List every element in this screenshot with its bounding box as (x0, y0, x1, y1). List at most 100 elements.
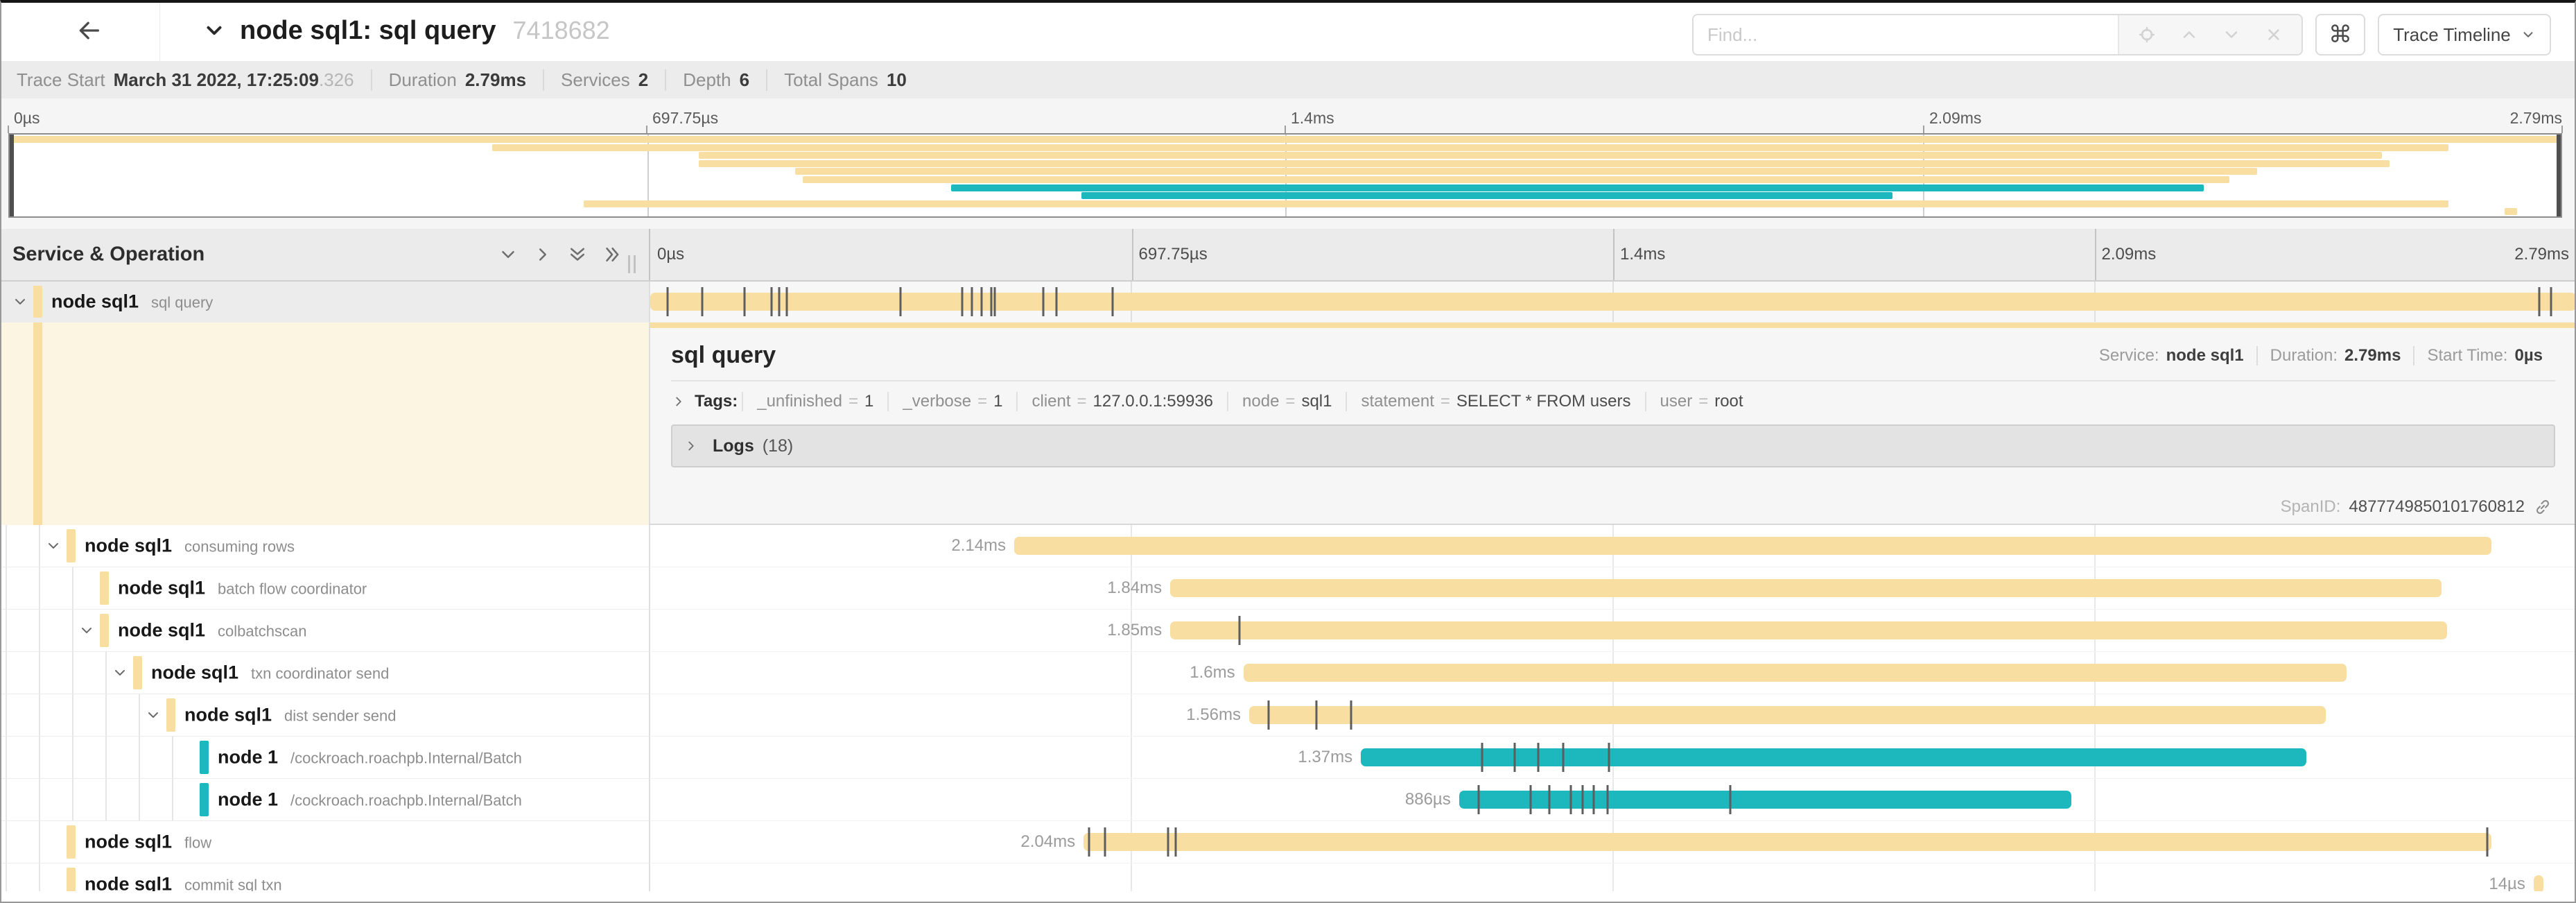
span-color-strip (166, 698, 175, 732)
log-marker (1549, 785, 1551, 814)
span-bar[interactable] (1249, 706, 2326, 724)
log-marker (1477, 785, 1479, 814)
span-timeline-cell[interactable]: 1.85ms (649, 610, 2576, 652)
span-tree-item[interactable]: node 1/cockroach.roachpb.Internal/Batch (0, 779, 649, 821)
logs-section[interactable]: Logs (18) (671, 424, 2555, 467)
back-button[interactable] (67, 15, 111, 46)
indent-guide (72, 652, 73, 694)
span-bar[interactable] (1084, 833, 2491, 851)
tag-key: node (1242, 392, 1279, 411)
log-marker (1569, 785, 1572, 814)
span-row: node sql1commit sql txn14µs (0, 863, 2576, 891)
span-tree-item[interactable]: node sql1batch flow coordinator (0, 567, 649, 610)
span-color-strip (33, 286, 42, 318)
span-timeline-cell[interactable]: 2.04ms (649, 821, 2576, 863)
axis-tick (8, 126, 9, 133)
indent-guide (39, 525, 40, 567)
tag-equals: = (1071, 392, 1093, 411)
trace-view-selector[interactable]: Trace Timeline (2378, 14, 2551, 55)
trace-title-wrap[interactable]: node sql1: sql query 7418682 (202, 0, 610, 61)
chevron-down-icon[interactable] (10, 291, 31, 312)
service-name: node sql1 (118, 578, 205, 599)
find-input[interactable] (1694, 15, 2118, 54)
column-resize-grip[interactable] (628, 255, 639, 273)
log-marker (961, 287, 964, 316)
span-bar[interactable] (1459, 791, 2071, 809)
span-timeline-cell[interactable]: 1.37ms (649, 737, 2576, 779)
chevron-down-icon[interactable] (143, 705, 164, 725)
tag-equals: = (842, 392, 864, 411)
x-icon[interactable] (2260, 21, 2288, 49)
span-tree-item[interactable]: node sql1commit sql txn (0, 863, 649, 891)
span-timeline-cell[interactable]: 2.14ms (649, 525, 2576, 567)
log-marker (786, 287, 788, 316)
minimap-span-bar (1081, 192, 1892, 199)
span-bar[interactable] (1170, 579, 2441, 597)
span-bar[interactable] (1014, 537, 2491, 555)
span-timeline-cell[interactable]: 14µs (649, 863, 2576, 891)
chevron-right-icon[interactable] (531, 243, 555, 266)
span-bar[interactable] (1361, 748, 2306, 766)
span-color-strip (200, 741, 209, 774)
detail-meta-item: Start Time:0µs (2413, 346, 2555, 366)
axis-tick (1923, 126, 1924, 133)
chevron-down-icon[interactable] (2218, 21, 2245, 49)
deep-link-button[interactable] (2533, 497, 2552, 517)
span-tree-item[interactable]: node sql1colbatchscan (0, 610, 649, 652)
span-tree-item[interactable]: node sql1consuming rows (0, 525, 649, 567)
operation-name: /cockroach.roachpb.Internal/Batch (290, 792, 522, 810)
span-timeline-cell[interactable] (649, 282, 2576, 322)
chevron-down-icon[interactable] (496, 243, 520, 266)
stat-label: Depth (683, 69, 731, 91)
span-bar[interactable] (1170, 621, 2447, 639)
span-timeline-cell[interactable]: 886µs (649, 779, 2576, 821)
span-names: node sql1dist sender send (184, 705, 396, 726)
log-marker (1239, 616, 1241, 645)
span-id-label: SpanID: (2281, 497, 2341, 517)
indent-guide (105, 737, 107, 778)
log-marker (1175, 827, 1177, 857)
span-detail-tree-spacer (0, 322, 649, 525)
axis-divider (2095, 229, 2096, 280)
span-tree-item[interactable]: node 1/cockroach.roachpb.Internal/Batch (0, 737, 649, 779)
chevron-down-icon[interactable] (43, 535, 64, 556)
span-color-strip (200, 783, 209, 816)
span-bar[interactable] (1244, 664, 2347, 682)
crosshair-icon[interactable] (2133, 21, 2161, 49)
span-bar[interactable] (650, 293, 2576, 311)
tag-value: 1 (993, 392, 1002, 411)
double-chevron-down-icon[interactable] (566, 243, 589, 266)
timeline-axis-header[interactable]: 0µs697.75µs1.4ms2.09ms2.79ms (649, 229, 2576, 280)
span-tree-item[interactable]: node sql1txn coordinator send (0, 652, 649, 694)
minimap-span-bar (803, 176, 2229, 183)
log-marker (1606, 785, 1608, 814)
chevron-up-icon[interactable] (2175, 21, 2203, 49)
log-marker (1529, 785, 1531, 814)
span-row: node sql1batch flow coordinator1.84ms (0, 567, 2576, 610)
span-tree-item[interactable]: node sql1flow (0, 821, 649, 863)
jaeger-trace-timeline-page: node sql1: sql query 7418682 ⌘ Trace Tim… (0, 0, 2576, 903)
span-timeline-cell[interactable]: 1.84ms (649, 567, 2576, 610)
logs-label: Logs (713, 436, 754, 456)
span-detail-header: sql query Service:node sql1Duration:2.79… (650, 328, 2576, 380)
indent-guide (105, 694, 107, 736)
span-bar[interactable] (2534, 875, 2543, 891)
minimap-right-drag-handle[interactable] (2557, 135, 2561, 216)
tag-equals: = (1434, 392, 1456, 411)
span-timeline-cell[interactable]: 1.56ms (649, 694, 2576, 737)
span-tree-item[interactable]: node sql1dist sender send (0, 694, 649, 737)
log-marker (900, 287, 902, 316)
minimap-left-drag-handle[interactable] (10, 135, 14, 216)
keyboard-shortcuts-button[interactable]: ⌘ (2315, 14, 2365, 55)
tags-section[interactable]: Tags: _unfinished=1_verbose=1client=127.… (650, 381, 2576, 422)
span-detail-title: sql query (671, 342, 776, 369)
chevron-down-icon[interactable] (110, 662, 130, 683)
double-chevron-right-icon[interactable] (600, 243, 624, 266)
span-tree-item[interactable]: node sql1sql query (0, 282, 649, 322)
log-marker (1537, 743, 1539, 772)
span-timeline-cell[interactable]: 1.6ms (649, 652, 2576, 694)
log-marker (744, 287, 746, 316)
span-names: node 1/cockroach.roachpb.Internal/Batch (218, 789, 522, 811)
minimap-canvas[interactable] (8, 133, 2562, 218)
chevron-down-icon[interactable] (76, 620, 97, 641)
